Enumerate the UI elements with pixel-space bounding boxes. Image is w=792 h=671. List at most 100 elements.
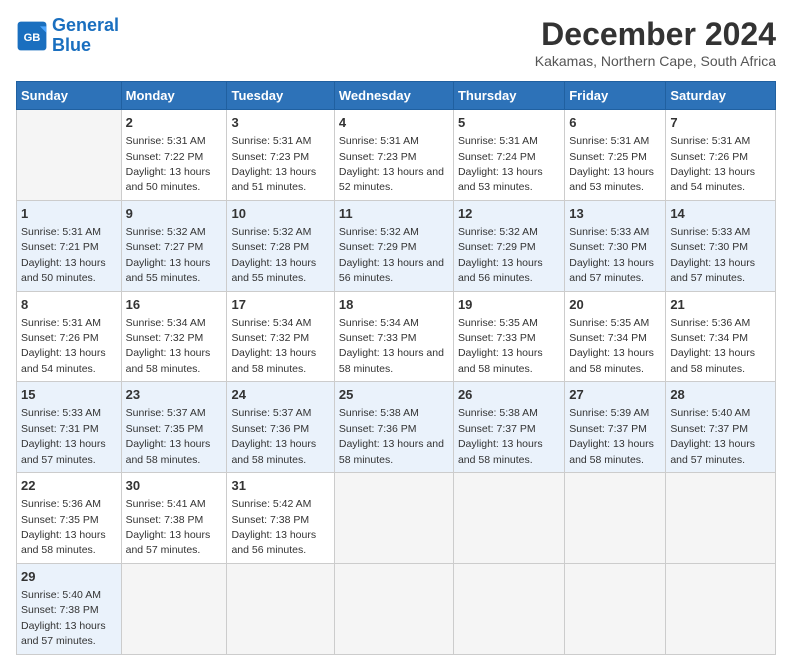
calendar-cell-thursday: 12Sunrise: 5:32 AMSunset: 7:29 PMDayligh… [453,200,564,291]
day-number: 3 [231,114,329,132]
day-info: Sunrise: 5:34 AMSunset: 7:32 PMDaylight:… [126,317,211,375]
day-number: 28 [670,386,771,404]
page-header: GB GeneralBlue December 2024 Kakamas, No… [16,16,776,69]
day-info: Sunrise: 5:42 AMSunset: 7:38 PMDaylight:… [231,498,316,556]
calendar-cell-tuesday: 10 Sunrise: 5:32 AMSunset: 7:28 PMDayligh… [227,200,334,291]
day-info: Sunrise: 5:32 AMSunset: 7:29 PMDaylight:… [458,226,543,284]
day-info: Sunrise: 5:32 AMSunset: 7:27 PMDaylight:… [126,226,211,284]
day-number: 24 [231,386,329,404]
calendar-cell-thursday [453,473,564,564]
day-number: 6 [569,114,661,132]
calendar-cell-saturday [666,563,776,654]
day-number: 17 [231,296,329,314]
day-info: Sunrise: 5:40 AMSunset: 7:37 PMDaylight:… [670,407,755,465]
calendar-cell-tuesday: 3 Sunrise: 5:31 AMSunset: 7:23 PMDaylight… [227,110,334,201]
calendar-cell-thursday [453,563,564,654]
day-number: 2 [126,114,223,132]
day-info: Sunrise: 5:33 AMSunset: 7:30 PMDaylight:… [569,226,654,284]
header-friday: Friday [565,82,666,110]
calendar-week-4: 15Sunrise: 5:33 AMSunset: 7:31 PMDayligh… [17,382,776,473]
title-section: December 2024 Kakamas, Northern Cape, So… [535,16,776,69]
calendar-cell-wednesday: 11 Sunrise: 5:32 AMSunset: 7:29 PMDayligh… [334,200,453,291]
day-number: 26 [458,386,560,404]
calendar-cell-tuesday: 17Sunrise: 5:34 AMSunset: 7:32 PMDayligh… [227,291,334,382]
header-tuesday: Tuesday [227,82,334,110]
calendar-cell-friday: 13 Sunrise: 5:33 AMSunset: 7:30 PMDayligh… [565,200,666,291]
day-number: 16 [126,296,223,314]
calendar-cell-wednesday: 25Sunrise: 5:38 AMSunset: 7:36 PMDayligh… [334,382,453,473]
logo-text: GeneralBlue [52,16,119,56]
day-info: Sunrise: 5:36 AMSunset: 7:34 PMDaylight:… [670,317,755,375]
calendar-cell-saturday: 28 Sunrise: 5:40 AMSunset: 7:37 PMDayligh… [666,382,776,473]
day-number: 9 [126,205,223,223]
svg-text:GB: GB [24,32,41,44]
calendar-cell-thursday: 5 Sunrise: 5:31 AMSunset: 7:24 PMDaylight… [453,110,564,201]
day-info: Sunrise: 5:37 AMSunset: 7:36 PMDaylight:… [231,407,316,465]
day-info: Sunrise: 5:33 AMSunset: 7:30 PMDaylight:… [670,226,755,284]
day-info: Sunrise: 5:38 AMSunset: 7:37 PMDaylight:… [458,407,543,465]
day-number: 30 [126,477,223,495]
calendar-cell-sunday: 8Sunrise: 5:31 AMSunset: 7:26 PMDaylight… [17,291,122,382]
header-monday: Monday [121,82,227,110]
calendar-cell-friday: 6Sunrise: 5:31 AMSunset: 7:25 PMDaylight… [565,110,666,201]
day-info: Sunrise: 5:31 AMSunset: 7:24 PMDaylight:… [458,135,543,193]
calendar-cell-friday: 20Sunrise: 5:35 AMSunset: 7:34 PMDayligh… [565,291,666,382]
day-info: Sunrise: 5:31 AMSunset: 7:23 PMDaylight:… [231,135,316,193]
day-number: 7 [670,114,771,132]
day-info: Sunrise: 5:38 AMSunset: 7:36 PMDaylight:… [339,407,444,465]
day-number: 22 [21,477,117,495]
day-number: 8 [21,296,117,314]
day-number: 31 [231,477,329,495]
day-info: Sunrise: 5:37 AMSunset: 7:35 PMDaylight:… [126,407,211,465]
calendar-cell-sunday: 1 Sunrise: 5:31 AMSunset: 7:21 PMDaylight… [17,200,122,291]
day-info: Sunrise: 5:31 AMSunset: 7:21 PMDaylight:… [21,226,106,284]
calendar-cell-monday [121,563,227,654]
day-info: Sunrise: 5:34 AMSunset: 7:33 PMDaylight:… [339,317,444,375]
header-wednesday: Wednesday [334,82,453,110]
subtitle: Kakamas, Northern Cape, South Africa [535,53,776,69]
day-number: 11 [339,205,449,223]
day-number: 13 [569,205,661,223]
day-info: Sunrise: 5:31 AMSunset: 7:23 PMDaylight:… [339,135,444,193]
day-number: 29 [21,568,117,586]
calendar-cell-monday: 23 Sunrise: 5:37 AMSunset: 7:35 PMDayligh… [121,382,227,473]
day-info: Sunrise: 5:35 AMSunset: 7:33 PMDaylight:… [458,317,543,375]
calendar-cell-friday: 27Sunrise: 5:39 AMSunset: 7:37 PMDayligh… [565,382,666,473]
calendar-cell-saturday: 21Sunrise: 5:36 AMSunset: 7:34 PMDayligh… [666,291,776,382]
day-number: 10 [231,205,329,223]
day-info: Sunrise: 5:36 AMSunset: 7:35 PMDaylight:… [21,498,106,556]
day-info: Sunrise: 5:40 AMSunset: 7:38 PMDaylight:… [21,589,106,647]
calendar-cell-wednesday [334,473,453,564]
logo-icon: GB [16,20,48,52]
calendar-cell-wednesday [334,563,453,654]
calendar-cell-saturday: 14 Sunrise: 5:33 AMSunset: 7:30 PMDayligh… [666,200,776,291]
day-info: Sunrise: 5:31 AMSunset: 7:22 PMDaylight:… [126,135,211,193]
calendar-cell-tuesday [227,563,334,654]
calendar-cell-saturday: 7Sunrise: 5:31 AMSunset: 7:26 PMDaylight… [666,110,776,201]
calendar-cell-tuesday: 24 Sunrise: 5:37 AMSunset: 7:36 PMDayligh… [227,382,334,473]
header-row: Sunday Monday Tuesday Wednesday Thursday… [17,82,776,110]
calendar-cell-sunday: 29 Sunrise: 5:40 AMSunset: 7:38 PMDayligh… [17,563,122,654]
calendar-cell-monday: 9 Sunrise: 5:32 AMSunset: 7:27 PMDaylight… [121,200,227,291]
calendar-cell-friday [565,473,666,564]
day-number: 5 [458,114,560,132]
calendar-cell-saturday [666,473,776,564]
day-number: 14 [670,205,771,223]
calendar-cell-monday: 30 Sunrise: 5:41 AMSunset: 7:38 PMDayligh… [121,473,227,564]
day-number: 4 [339,114,449,132]
header-thursday: Thursday [453,82,564,110]
page-container: GB GeneralBlue December 2024 Kakamas, No… [16,16,776,655]
header-saturday: Saturday [666,82,776,110]
calendar-week-6: 29 Sunrise: 5:40 AMSunset: 7:38 PMDayligh… [17,563,776,654]
day-number: 23 [126,386,223,404]
day-info: Sunrise: 5:41 AMSunset: 7:38 PMDaylight:… [126,498,211,556]
day-number: 1 [21,205,117,223]
calendar-cell-thursday: 19Sunrise: 5:35 AMSunset: 7:33 PMDayligh… [453,291,564,382]
logo: GB GeneralBlue [16,16,119,56]
calendar-cell-tuesday: 31 Sunrise: 5:42 AMSunset: 7:38 PMDayligh… [227,473,334,564]
calendar-week-2: 1 Sunrise: 5:31 AMSunset: 7:21 PMDaylight… [17,200,776,291]
calendar-cell-friday [565,563,666,654]
calendar-cell-wednesday: 18Sunrise: 5:34 AMSunset: 7:33 PMDayligh… [334,291,453,382]
day-info: Sunrise: 5:32 AMSunset: 7:29 PMDaylight:… [339,226,444,284]
day-info: Sunrise: 5:32 AMSunset: 7:28 PMDaylight:… [231,226,316,284]
